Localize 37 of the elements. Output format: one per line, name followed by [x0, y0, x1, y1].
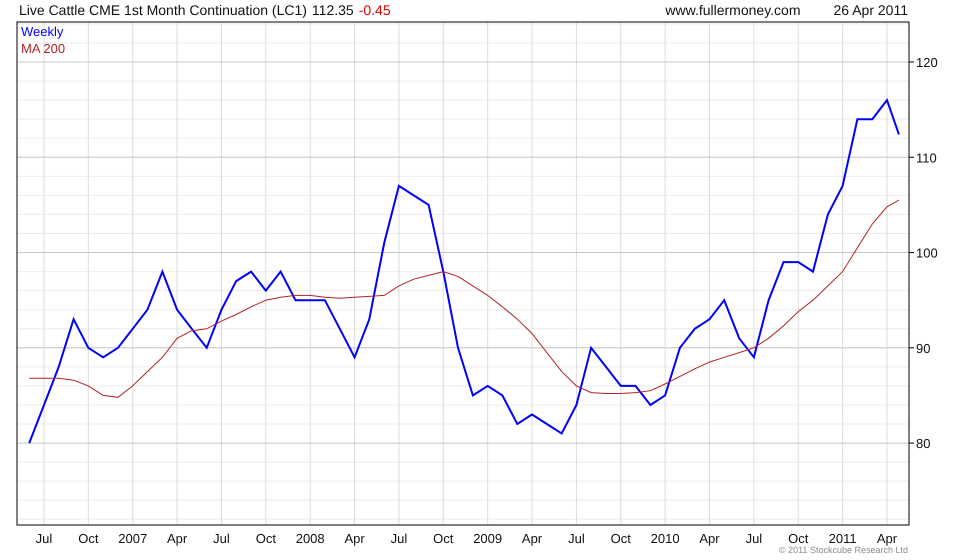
x-axis-label: Apr [522, 531, 542, 546]
x-axis-label: Oct [610, 531, 631, 546]
legend-label: Weekly [21, 24, 64, 39]
x-axis-label: 2011 [828, 531, 857, 546]
y-axis-label: 110 [916, 150, 937, 166]
x-axis-label: Jul [568, 531, 585, 546]
y-axis-label: 100 [916, 246, 938, 261]
x-axis-label: 2010 [650, 531, 680, 546]
x-axis-label: Apr [876, 531, 898, 546]
y-tick [908, 252, 914, 254]
x-axis-label: Apr [699, 531, 720, 546]
x-axis-label: Oct [433, 531, 454, 546]
site-url: www.fullermoney.com [665, 2, 801, 18]
y-tick [908, 442, 914, 444]
chart-title: Live Cattle CME 1st Month Continuation (LC1) [19, 2, 307, 18]
x-axis-label: Jul [36, 531, 52, 546]
x-axis-label: Jul [213, 531, 230, 546]
y-tick [908, 156, 914, 158]
x-axis-label: Oct [788, 531, 808, 546]
x-axis-label: 2009 [473, 531, 502, 546]
price-change: -0.45 [358, 2, 391, 18]
x-axis-label: Jul [746, 531, 762, 546]
x-axis-label: 2007 [118, 531, 148, 546]
date-label: 26 Apr 2011 [834, 2, 908, 18]
x-axis-label: Apr [344, 531, 365, 546]
x-axis-label: Apr [166, 531, 188, 546]
x-axis-label: Oct [256, 531, 276, 546]
x-axis-label: 2008 [296, 531, 325, 546]
x-axis-label: Jul [390, 531, 408, 546]
copyright-text: © 2011 Stockcube Research Ltd [778, 545, 908, 555]
y-axis-label: 80 [916, 436, 930, 452]
price-value: 112.35 [312, 2, 354, 18]
y-axis-label: 90 [916, 340, 930, 356]
y-tick [908, 347, 914, 348]
x-axis-label: Oct [78, 531, 98, 546]
legend-label: MA 200 [21, 41, 66, 56]
y-axis-label: 120 [916, 55, 938, 70]
